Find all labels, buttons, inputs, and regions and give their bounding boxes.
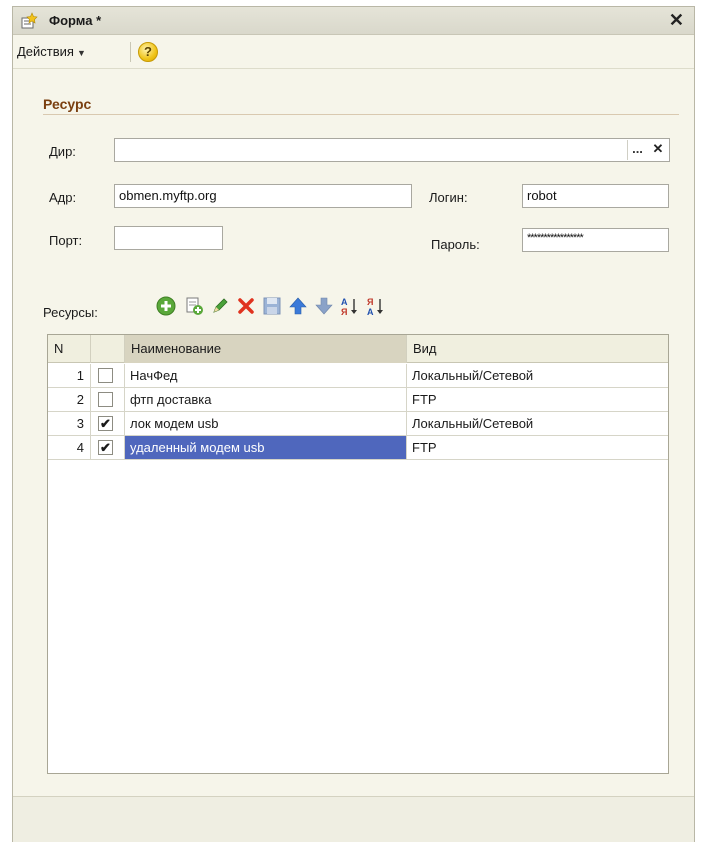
resources-table: N Наименование Вид 1 НачФед Локальный/Се… xyxy=(47,334,669,774)
table-row[interactable]: 2 фтп доставка FTP xyxy=(48,388,668,412)
row-checkbox[interactable]: ✔ xyxy=(98,416,113,431)
port-label: Порт: xyxy=(49,233,83,248)
section-divider xyxy=(43,114,679,115)
row-number: 3 xyxy=(48,412,91,435)
row-checkbox-cell: ✔ xyxy=(91,412,125,435)
status-bar xyxy=(13,796,694,842)
menu-separator xyxy=(130,42,131,62)
edit-icon[interactable] xyxy=(209,295,231,317)
row-checkbox[interactable] xyxy=(98,392,113,407)
column-header-check[interactable] xyxy=(91,335,125,363)
close-icon[interactable]: ✕ xyxy=(669,10,684,30)
copy-icon[interactable] xyxy=(183,295,205,317)
password-field[interactable]: ***************** xyxy=(522,228,669,252)
move-down-icon[interactable] xyxy=(313,295,335,317)
dir-select-button[interactable]: ... xyxy=(627,140,647,160)
login-label: Логин: xyxy=(429,190,468,205)
row-name: лок модем usb xyxy=(125,412,407,435)
row-kind: FTP xyxy=(412,392,437,407)
column-header-kind[interactable]: Вид xyxy=(407,335,670,363)
row-name: удаленный модем usb xyxy=(125,436,407,459)
move-up-icon[interactable] xyxy=(287,295,309,317)
row-kind: Локальный/Сетевой xyxy=(412,368,534,383)
actions-menu[interactable]: Действия ▼ xyxy=(17,44,86,59)
resources-label: Ресурсы: xyxy=(43,305,98,320)
column-header-name[interactable]: Наименование xyxy=(125,335,407,363)
dir-field[interactable]: ... ✕ xyxy=(114,138,670,162)
form-window: Форма * ✕ Действия ▼ ? Ресурс Дир: ... ✕ … xyxy=(12,6,695,842)
row-name: НачФед xyxy=(125,364,407,387)
sort-asc-icon[interactable]: АЯ xyxy=(339,295,361,317)
password-label: Пароль: xyxy=(431,237,480,252)
port-field[interactable] xyxy=(114,226,223,250)
save-icon[interactable] xyxy=(261,295,283,317)
section-title: Ресурс xyxy=(43,96,92,112)
row-checkbox[interactable] xyxy=(98,368,113,383)
svg-text:Я: Я xyxy=(341,307,347,317)
delete-icon[interactable] xyxy=(235,295,257,317)
row-checkbox-cell xyxy=(91,388,125,411)
table-row-selected[interactable]: 4 ✔ удаленный модем usb FTP xyxy=(48,436,668,460)
form-icon xyxy=(20,11,40,31)
row-kind: FTP xyxy=(412,440,437,455)
table-row[interactable]: 3 ✔ лок модем usb Локальный/Сетевой xyxy=(48,412,668,436)
table-row[interactable]: 1 НачФед Локальный/Сетевой xyxy=(48,364,668,388)
row-number: 1 xyxy=(48,364,91,387)
row-kind: Локальный/Сетевой xyxy=(412,416,534,431)
actions-label: Действия xyxy=(17,44,74,59)
row-checkbox-cell: ✔ xyxy=(91,436,125,459)
menu-bar: Действия ▼ ? xyxy=(13,35,694,69)
dir-label: Дир: xyxy=(49,144,76,159)
chevron-down-icon: ▼ xyxy=(76,48,86,58)
svg-text:Я: Я xyxy=(367,297,373,307)
row-number: 4 xyxy=(48,436,91,459)
addr-field[interactable]: obmen.myftp.org xyxy=(114,184,412,208)
table-header: N Наименование Вид xyxy=(48,335,668,363)
help-button[interactable]: ? xyxy=(138,42,158,62)
window-title: Форма * xyxy=(49,13,102,28)
login-field[interactable]: robot xyxy=(522,184,669,208)
addr-label: Адр: xyxy=(49,190,77,205)
row-checkbox-cell xyxy=(91,364,125,387)
row-checkbox[interactable]: ✔ xyxy=(98,440,113,455)
dir-clear-button[interactable]: ✕ xyxy=(648,140,668,160)
column-header-n[interactable]: N xyxy=(48,335,91,363)
row-name: фтп доставка xyxy=(125,388,407,411)
sort-desc-icon[interactable]: ЯА xyxy=(365,295,387,317)
title-bar: Форма * ✕ xyxy=(13,7,694,35)
svg-text:А: А xyxy=(341,297,348,307)
add-icon[interactable] xyxy=(155,295,177,317)
row-number: 2 xyxy=(48,388,91,411)
svg-text:А: А xyxy=(367,307,374,317)
